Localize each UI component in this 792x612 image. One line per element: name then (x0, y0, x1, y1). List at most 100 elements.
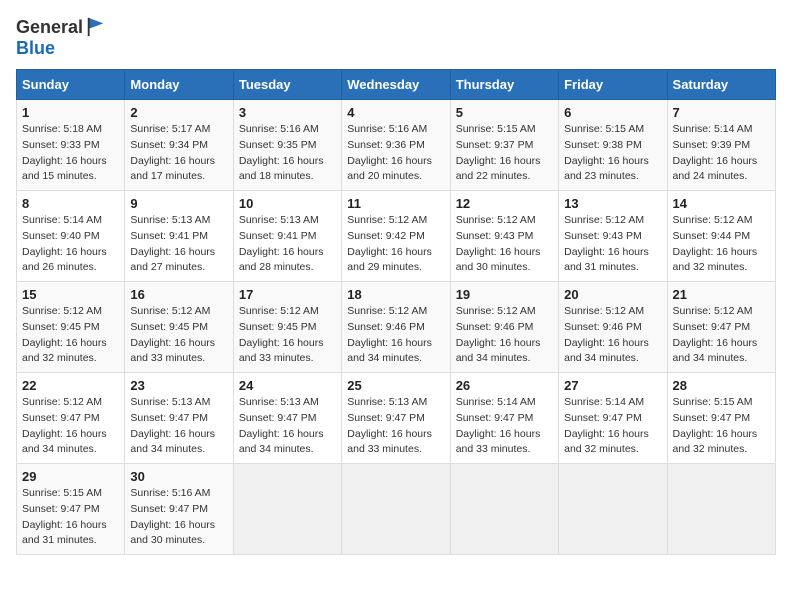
day-info: Sunrise: 5:12 AMSunset: 9:43 PMDaylight:… (564, 213, 661, 276)
day-number: 25 (347, 378, 444, 393)
day-info: Sunrise: 5:12 AMSunset: 9:46 PMDaylight:… (456, 304, 553, 367)
day-info: Sunrise: 5:16 AMSunset: 9:36 PMDaylight:… (347, 122, 444, 185)
logo: General Blue (16, 16, 107, 59)
day-number: 7 (673, 105, 770, 120)
day-info: Sunrise: 5:13 AMSunset: 9:47 PMDaylight:… (347, 395, 444, 458)
calendar-cell: 12 Sunrise: 5:12 AMSunset: 9:43 PMDayligh… (450, 191, 558, 282)
header-day-thursday: Thursday (450, 70, 558, 100)
day-info: Sunrise: 5:12 AMSunset: 9:45 PMDaylight:… (22, 304, 119, 367)
calendar-cell: 28 Sunrise: 5:15 AMSunset: 9:47 PMDayligh… (667, 373, 775, 464)
day-number: 13 (564, 196, 661, 211)
day-info: Sunrise: 5:15 AMSunset: 9:37 PMDaylight:… (456, 122, 553, 185)
day-info: Sunrise: 5:12 AMSunset: 9:46 PMDaylight:… (347, 304, 444, 367)
calendar-cell: 23 Sunrise: 5:13 AMSunset: 9:47 PMDayligh… (125, 373, 233, 464)
calendar-week-4: 22 Sunrise: 5:12 AMSunset: 9:47 PMDayligh… (17, 373, 776, 464)
day-number: 14 (673, 196, 770, 211)
day-info: Sunrise: 5:14 AMSunset: 9:40 PMDaylight:… (22, 213, 119, 276)
day-info: Sunrise: 5:13 AMSunset: 9:47 PMDaylight:… (239, 395, 336, 458)
calendar-cell: 1 Sunrise: 5:18 AMSunset: 9:33 PMDaylight… (17, 100, 125, 191)
day-info: Sunrise: 5:13 AMSunset: 9:41 PMDaylight:… (239, 213, 336, 276)
calendar-cell: 27Sunrise: 5:14 AMSunset: 9:47 PMDayligh… (559, 373, 667, 464)
logo-blue-text: Blue (16, 38, 55, 59)
calendar-cell: 11 Sunrise: 5:12 AMSunset: 9:42 PMDayligh… (342, 191, 450, 282)
calendar-cell: 14 Sunrise: 5:12 AMSunset: 9:44 PMDayligh… (667, 191, 775, 282)
calendar-week-1: 1 Sunrise: 5:18 AMSunset: 9:33 PMDaylight… (17, 100, 776, 191)
calendar-cell: 18Sunrise: 5:12 AMSunset: 9:46 PMDayligh… (342, 282, 450, 373)
calendar-cell: 15Sunrise: 5:12 AMSunset: 9:45 PMDayligh… (17, 282, 125, 373)
day-number: 12 (456, 196, 553, 211)
header-day-tuesday: Tuesday (233, 70, 341, 100)
calendar-cell: 10 Sunrise: 5:13 AMSunset: 9:41 PMDayligh… (233, 191, 341, 282)
day-info: Sunrise: 5:15 AMSunset: 9:47 PMDaylight:… (22, 486, 119, 549)
calendar-cell: 8 Sunrise: 5:14 AMSunset: 9:40 PMDaylight… (17, 191, 125, 282)
calendar-cell (450, 464, 558, 555)
header-day-sunday: Sunday (17, 70, 125, 100)
day-info: Sunrise: 5:17 AMSunset: 9:34 PMDaylight:… (130, 122, 227, 185)
calendar-cell (667, 464, 775, 555)
calendar-cell: 7 Sunrise: 5:14 AMSunset: 9:39 PMDaylight… (667, 100, 775, 191)
calendar-header: SundayMondayTuesdayWednesdayThursdayFrid… (17, 70, 776, 100)
calendar-cell: 5Sunrise: 5:15 AMSunset: 9:37 PMDaylight… (450, 100, 558, 191)
calendar-cell: 30Sunrise: 5:16 AMSunset: 9:47 PMDayligh… (125, 464, 233, 555)
calendar-cell (233, 464, 341, 555)
calendar-body: 1 Sunrise: 5:18 AMSunset: 9:33 PMDaylight… (17, 100, 776, 555)
day-info: Sunrise: 5:15 AMSunset: 9:38 PMDaylight:… (564, 122, 661, 185)
calendar-cell: 22 Sunrise: 5:12 AMSunset: 9:47 PMDayligh… (17, 373, 125, 464)
day-number: 10 (239, 196, 336, 211)
calendar-cell: 9 Sunrise: 5:13 AMSunset: 9:41 PMDaylight… (125, 191, 233, 282)
calendar-cell: 3 Sunrise: 5:16 AMSunset: 9:35 PMDaylight… (233, 100, 341, 191)
day-number: 26 (456, 378, 553, 393)
calendar-cell (342, 464, 450, 555)
calendar-cell: 21Sunrise: 5:12 AMSunset: 9:47 PMDayligh… (667, 282, 775, 373)
day-info: Sunrise: 5:12 AMSunset: 9:46 PMDaylight:… (564, 304, 661, 367)
calendar-week-3: 15Sunrise: 5:12 AMSunset: 9:45 PMDayligh… (17, 282, 776, 373)
calendar-week-2: 8 Sunrise: 5:14 AMSunset: 9:40 PMDaylight… (17, 191, 776, 282)
day-number: 11 (347, 196, 444, 211)
calendar-cell: 29 Sunrise: 5:15 AMSunset: 9:47 PMDayligh… (17, 464, 125, 555)
day-info: Sunrise: 5:12 AMSunset: 9:43 PMDaylight:… (456, 213, 553, 276)
day-number: 24 (239, 378, 336, 393)
day-number: 28 (673, 378, 770, 393)
calendar-cell: 6 Sunrise: 5:15 AMSunset: 9:38 PMDaylight… (559, 100, 667, 191)
header-day-wednesday: Wednesday (342, 70, 450, 100)
calendar-cell: 13 Sunrise: 5:12 AMSunset: 9:43 PMDayligh… (559, 191, 667, 282)
day-number: 23 (130, 378, 227, 393)
day-number: 17 (239, 287, 336, 302)
day-number: 22 (22, 378, 119, 393)
header-day-monday: Monday (125, 70, 233, 100)
calendar-cell (559, 464, 667, 555)
logo-flag-icon (85, 16, 107, 38)
header-row: SundayMondayTuesdayWednesdayThursdayFrid… (17, 70, 776, 100)
day-info: Sunrise: 5:12 AMSunset: 9:45 PMDaylight:… (130, 304, 227, 367)
day-info: Sunrise: 5:13 AMSunset: 9:47 PMDaylight:… (130, 395, 227, 458)
day-number: 6 (564, 105, 661, 120)
day-info: Sunrise: 5:14 AMSunset: 9:39 PMDaylight:… (673, 122, 770, 185)
day-info: Sunrise: 5:12 AMSunset: 9:47 PMDaylight:… (22, 395, 119, 458)
day-number: 2 (130, 105, 227, 120)
day-number: 16 (130, 287, 227, 302)
calendar-cell: 19Sunrise: 5:12 AMSunset: 9:46 PMDayligh… (450, 282, 558, 373)
day-number: 9 (130, 196, 227, 211)
day-number: 30 (130, 469, 227, 484)
calendar-cell: 2 Sunrise: 5:17 AMSunset: 9:34 PMDaylight… (125, 100, 233, 191)
calendar-cell: 4Sunrise: 5:16 AMSunset: 9:36 PMDaylight… (342, 100, 450, 191)
day-info: Sunrise: 5:16 AMSunset: 9:35 PMDaylight:… (239, 122, 336, 185)
day-number: 1 (22, 105, 119, 120)
logo-general-text: General (16, 17, 83, 38)
day-number: 3 (239, 105, 336, 120)
calendar-table: SundayMondayTuesdayWednesdayThursdayFrid… (16, 69, 776, 555)
day-number: 29 (22, 469, 119, 484)
calendar-cell: 26Sunrise: 5:14 AMSunset: 9:47 PMDayligh… (450, 373, 558, 464)
day-info: Sunrise: 5:15 AMSunset: 9:47 PMDaylight:… (673, 395, 770, 458)
day-info: Sunrise: 5:18 AMSunset: 9:33 PMDaylight:… (22, 122, 119, 185)
day-info: Sunrise: 5:13 AMSunset: 9:41 PMDaylight:… (130, 213, 227, 276)
day-info: Sunrise: 5:12 AMSunset: 9:45 PMDaylight:… (239, 304, 336, 367)
calendar-cell: 16 Sunrise: 5:12 AMSunset: 9:45 PMDayligh… (125, 282, 233, 373)
calendar-week-5: 29 Sunrise: 5:15 AMSunset: 9:47 PMDayligh… (17, 464, 776, 555)
calendar-cell: 24 Sunrise: 5:13 AMSunset: 9:47 PMDayligh… (233, 373, 341, 464)
day-info: Sunrise: 5:14 AMSunset: 9:47 PMDaylight:… (564, 395, 661, 458)
day-number: 8 (22, 196, 119, 211)
day-info: Sunrise: 5:12 AMSunset: 9:44 PMDaylight:… (673, 213, 770, 276)
day-info: Sunrise: 5:12 AMSunset: 9:42 PMDaylight:… (347, 213, 444, 276)
day-number: 20 (564, 287, 661, 302)
